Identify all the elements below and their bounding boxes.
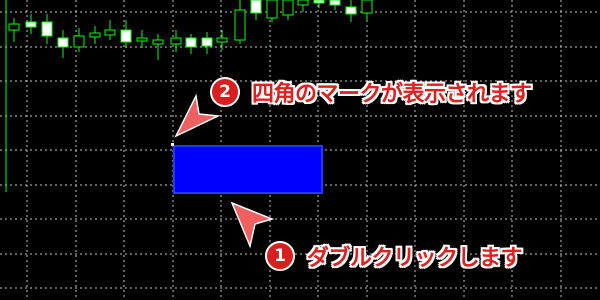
callout-step-1: 1 ダブルクリックします <box>265 240 523 272</box>
candle-body <box>250 0 262 14</box>
rectangle-object[interactable] <box>173 145 323 194</box>
candle-body <box>185 37 197 48</box>
candle-body <box>216 37 228 43</box>
candle-body <box>57 37 69 48</box>
candle-body <box>73 35 85 48</box>
candle-body <box>8 23 20 31</box>
chart-window[interactable]: 2 四角のマークが表示されます 1 ダブルクリックします <box>0 0 600 300</box>
rectangle-anchor-point[interactable] <box>171 143 174 146</box>
candle-body <box>152 39 164 45</box>
step-2-label: 四角のマークが表示されます <box>252 82 532 107</box>
candle-body <box>234 9 246 41</box>
step-2-badge: 2 <box>210 77 240 107</box>
candle-body <box>41 21 53 37</box>
step-1-badge: 1 <box>265 241 295 271</box>
candle-body <box>361 0 373 14</box>
candle-body <box>201 37 213 47</box>
candle-body <box>345 6 357 15</box>
candle-body <box>282 0 294 16</box>
candle-body <box>136 37 148 42</box>
candle-body <box>25 21 37 28</box>
candle-body <box>120 29 132 43</box>
candle-body <box>329 0 341 6</box>
candle-body <box>297 0 309 6</box>
candle-body <box>170 37 182 45</box>
candle-body <box>89 32 101 38</box>
step-1-label: ダブルクリックします <box>307 246 523 271</box>
candle-body <box>266 0 278 19</box>
candle-body <box>313 0 325 4</box>
callout-step-2: 2 四角のマークが表示されます <box>210 76 532 108</box>
candle-body <box>104 29 116 36</box>
